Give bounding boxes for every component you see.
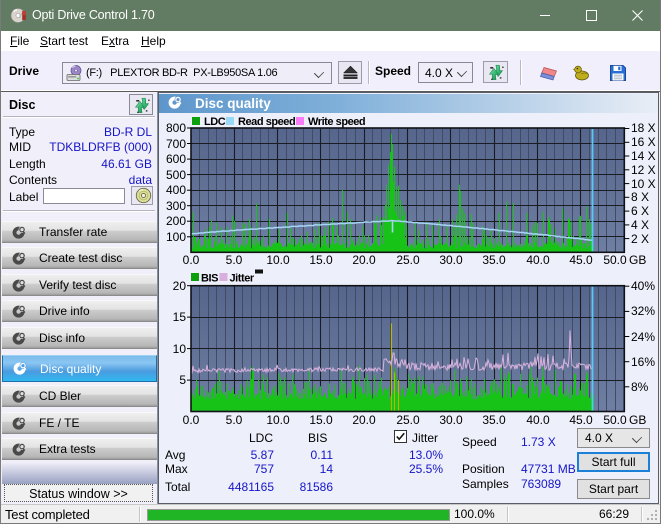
svg-text:45.0: 45.0 [569,413,593,425]
svg-text:20: 20 [173,279,187,293]
svg-text:GB: GB [629,413,646,425]
svg-text:0.0: 0.0 [183,413,200,425]
svg-text:35.0: 35.0 [482,253,506,267]
svg-text:25.0: 25.0 [396,253,420,267]
svg-text:500: 500 [166,168,186,182]
svg-text:GB: GB [629,253,646,267]
svg-text:400: 400 [166,183,186,197]
svg-text:10.0: 10.0 [266,253,290,267]
svg-text:2 X: 2 X [631,232,649,246]
svg-text:40%: 40% [631,279,655,293]
svg-text:15.0: 15.0 [309,413,333,425]
svg-text:25.0: 25.0 [396,413,420,425]
svg-text:Write speed: Write speed [308,116,365,128]
svg-text:600: 600 [166,152,186,166]
svg-text:14 X: 14 X [631,149,656,163]
svg-text:8 X: 8 X [631,190,649,204]
svg-text:4 X: 4 X [631,218,649,232]
svg-text:Jitter: Jitter [230,273,255,285]
svg-text:BIS: BIS [201,273,218,285]
svg-text:16 X: 16 X [631,135,656,149]
svg-text:50.0: 50.0 [603,253,627,267]
svg-text:15.0: 15.0 [309,253,333,267]
svg-text:5: 5 [179,373,186,387]
svg-text:100: 100 [166,230,186,244]
svg-text:15: 15 [173,310,187,324]
svg-text:5.0: 5.0 [226,413,243,425]
svg-text:200: 200 [166,214,186,228]
svg-text:40.0: 40.0 [526,253,550,267]
svg-text:16%: 16% [631,355,655,369]
svg-text:10 X: 10 X [631,177,656,191]
svg-text:300: 300 [166,199,186,213]
svg-text:50.0: 50.0 [603,413,627,425]
svg-text:20.0: 20.0 [352,413,376,425]
svg-text:5.0: 5.0 [226,253,243,267]
svg-text:35.0: 35.0 [482,413,506,425]
svg-text:30.0: 30.0 [439,253,463,267]
svg-text:8%: 8% [631,380,649,394]
svg-text:45.0: 45.0 [569,253,593,267]
svg-text:12 X: 12 X [631,163,656,177]
svg-text:24%: 24% [631,330,655,344]
svg-text:40.0: 40.0 [526,413,550,425]
svg-text:6 X: 6 X [631,204,649,218]
svg-text:0.0: 0.0 [183,253,200,267]
svg-text:LDC: LDC [204,116,226,128]
svg-text:800: 800 [166,121,186,135]
svg-text:18 X: 18 X [631,121,656,135]
svg-text:Read speed: Read speed [238,116,295,128]
svg-text:10.0: 10.0 [266,413,290,425]
svg-text:30.0: 30.0 [439,413,463,425]
svg-text:32%: 32% [631,304,655,318]
svg-text:10: 10 [173,342,187,356]
svg-text:20.0: 20.0 [352,253,376,267]
svg-text:700: 700 [166,137,186,151]
